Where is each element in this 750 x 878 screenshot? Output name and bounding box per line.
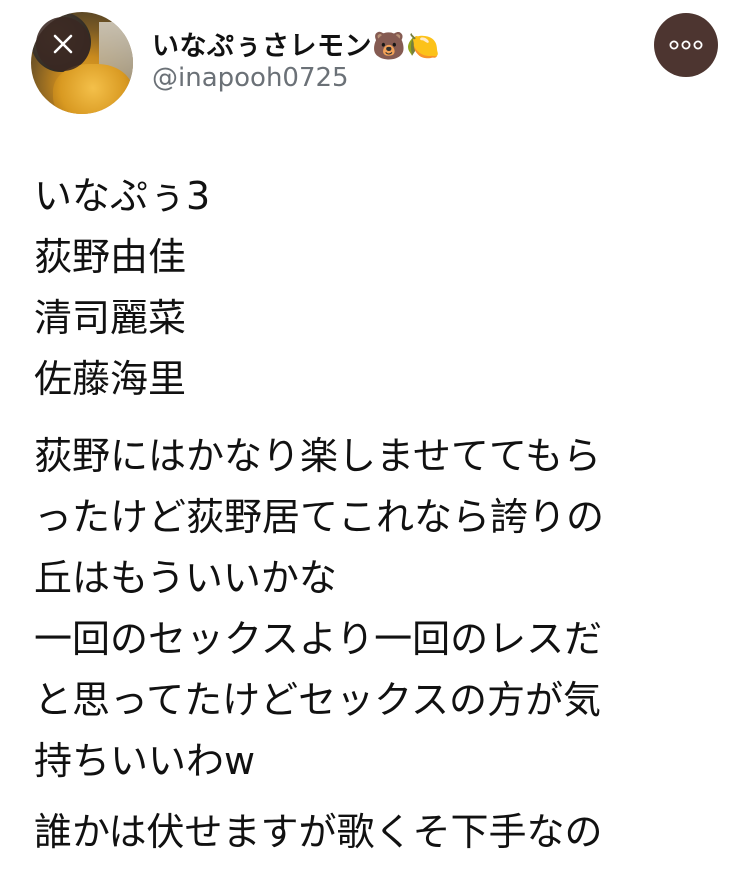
close-button[interactable] (36, 17, 90, 71)
tweet-line: 誰かは伏せますが歌くそ下手なの (34, 810, 603, 854)
user-handle[interactable]: @inapooh0725 (152, 63, 349, 93)
tweet-line: いなぷぅ3 (34, 174, 211, 218)
tweet-paragraph: 誰かは伏せますが歌くそ下手なの (34, 802, 724, 863)
avatar-photo-subject (53, 64, 133, 114)
tweet-line: 佐藤海里 (34, 357, 187, 401)
tweet-paragraph: いなぷぅ3 荻野由佳 清司麗菜 佐藤海里 (34, 166, 724, 410)
close-icon (53, 34, 73, 54)
tweet-line: 丘はもういいかな (34, 556, 337, 600)
tweet-line: 荻野由佳 (34, 235, 187, 279)
tweet-line: 清司麗菜 (34, 296, 187, 340)
tweet-text: いなぷぅ3 荻野由佳 清司麗菜 佐藤海里 荻野にはかなり楽しませててもら ったけ… (34, 166, 724, 863)
tweet-view: いなぷぅさレモン🐻🍋 @inapooh0725 いなぷぅ3 荻野由佳 清司麗菜 … (0, 0, 750, 878)
more-options-button[interactable] (654, 13, 718, 77)
tweet-line: ったけど荻野居てこれなら誇りの (34, 495, 605, 539)
tweet-line: 一回のセックスより一回のレスだ (34, 617, 603, 661)
tweet-line: と思ってたけどセックスの方が気 (34, 678, 601, 722)
tweet-line: 持ちいいわw (34, 739, 256, 783)
more-options-icon (669, 40, 703, 50)
display-name[interactable]: いなぷぅさレモン🐻🍋 (152, 24, 440, 63)
tweet-paragraph: 荻野にはかなり楽しませててもら ったけど荻野居てこれなら誇りの 丘はもういいかな… (34, 426, 724, 792)
tweet-line: 荻野にはかなり楽しませててもら (34, 434, 601, 478)
